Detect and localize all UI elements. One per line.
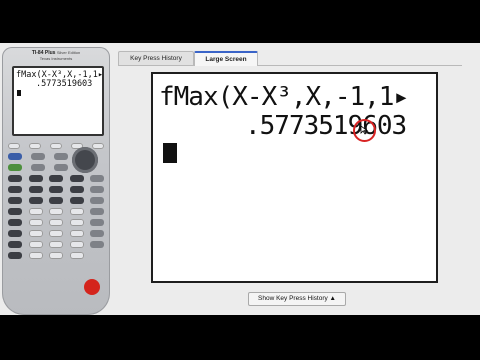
calc-key[interactable] xyxy=(49,219,63,226)
calc-key[interactable] xyxy=(8,175,22,182)
calculator-body: TI-84 Plus Silver Edition Texas Instrume… xyxy=(2,47,110,315)
emulator-window: TI-84 Plus Silver Edition Texas Instrume… xyxy=(0,43,480,315)
calc-key[interactable] xyxy=(49,208,63,215)
calc-key[interactable] xyxy=(69,208,84,215)
calc-key[interactable] xyxy=(69,219,84,226)
calc-key[interactable] xyxy=(28,208,43,215)
calc-key[interactable] xyxy=(49,175,63,182)
calc-key[interactable] xyxy=(28,252,43,259)
show-key-press-history-button[interactable]: Show Key Press History ▲ xyxy=(248,292,346,306)
mouse-pointer-icon xyxy=(360,125,369,135)
calc-key[interactable] xyxy=(50,143,62,149)
calc-key[interactable] xyxy=(28,175,43,182)
view-tabs: Key Press History Large Screen xyxy=(118,51,462,66)
calc-key[interactable] xyxy=(8,252,22,259)
calc-key[interactable] xyxy=(69,252,84,259)
calc-key[interactable] xyxy=(8,197,22,204)
large-screen-display: fMax(X-X³,X,-1,1▸ .5773519603 xyxy=(151,72,438,283)
calc-key[interactable] xyxy=(90,208,104,215)
arrow-pad[interactable] xyxy=(72,147,98,173)
calc-key[interactable] xyxy=(8,241,22,248)
calc-key[interactable] xyxy=(28,230,43,237)
calc-key[interactable] xyxy=(90,230,104,237)
calc-key[interactable] xyxy=(69,241,84,248)
calc-key[interactable] xyxy=(49,230,63,237)
calculator-cursor xyxy=(17,90,21,96)
calc-key[interactable] xyxy=(49,241,63,248)
calculator-maker: Texas Instruments xyxy=(39,56,73,61)
tab-key-press-history[interactable]: Key Press History xyxy=(118,51,194,65)
calc-key[interactable] xyxy=(69,186,84,193)
calc-key[interactable] xyxy=(90,241,104,248)
large-screen-line2: .5773519603 xyxy=(245,111,407,141)
calc-key[interactable] xyxy=(49,197,63,204)
calc-key[interactable] xyxy=(28,241,43,248)
calc-key[interactable] xyxy=(8,153,22,160)
calc-key[interactable] xyxy=(92,143,104,149)
calculator-screen-line2: .5773519603 xyxy=(36,79,93,89)
calculator-edition: Silver Edition xyxy=(56,50,81,55)
calc-key[interactable] xyxy=(69,230,84,237)
calc-key[interactable] xyxy=(28,197,43,204)
calc-key[interactable] xyxy=(8,186,22,193)
calculator-header: TI-84 Plus Silver Edition Texas Instrume… xyxy=(10,50,102,64)
calc-key[interactable] xyxy=(90,197,104,204)
calc-key[interactable] xyxy=(28,186,43,193)
calc-key[interactable] xyxy=(90,186,104,193)
calc-key[interactable] xyxy=(8,230,22,237)
calc-key[interactable] xyxy=(49,186,63,193)
calc-key[interactable] xyxy=(28,219,43,226)
tab-large-screen[interactable]: Large Screen xyxy=(194,51,258,66)
calc-key[interactable] xyxy=(69,175,84,182)
calc-key[interactable] xyxy=(49,252,64,259)
calc-key[interactable] xyxy=(54,164,68,171)
calc-key[interactable] xyxy=(8,143,20,149)
calc-key[interactable] xyxy=(69,197,84,204)
calc-key[interactable] xyxy=(31,164,45,171)
enter-key[interactable] xyxy=(84,279,100,295)
calc-key[interactable] xyxy=(90,219,104,226)
calc-key[interactable] xyxy=(8,219,22,226)
calc-key[interactable] xyxy=(54,153,68,160)
calc-key[interactable] xyxy=(31,153,45,160)
calc-key[interactable] xyxy=(8,164,22,171)
calc-key[interactable] xyxy=(8,208,22,215)
calc-key[interactable] xyxy=(29,143,41,149)
calc-key[interactable] xyxy=(90,175,104,182)
large-screen-line1: fMax(X-X³,X,-1,1▸ xyxy=(159,82,409,112)
calculator-screen: fMax(X-X³,X,-1,1▸ .5773519603 xyxy=(12,66,104,136)
large-screen-cursor xyxy=(163,143,177,163)
